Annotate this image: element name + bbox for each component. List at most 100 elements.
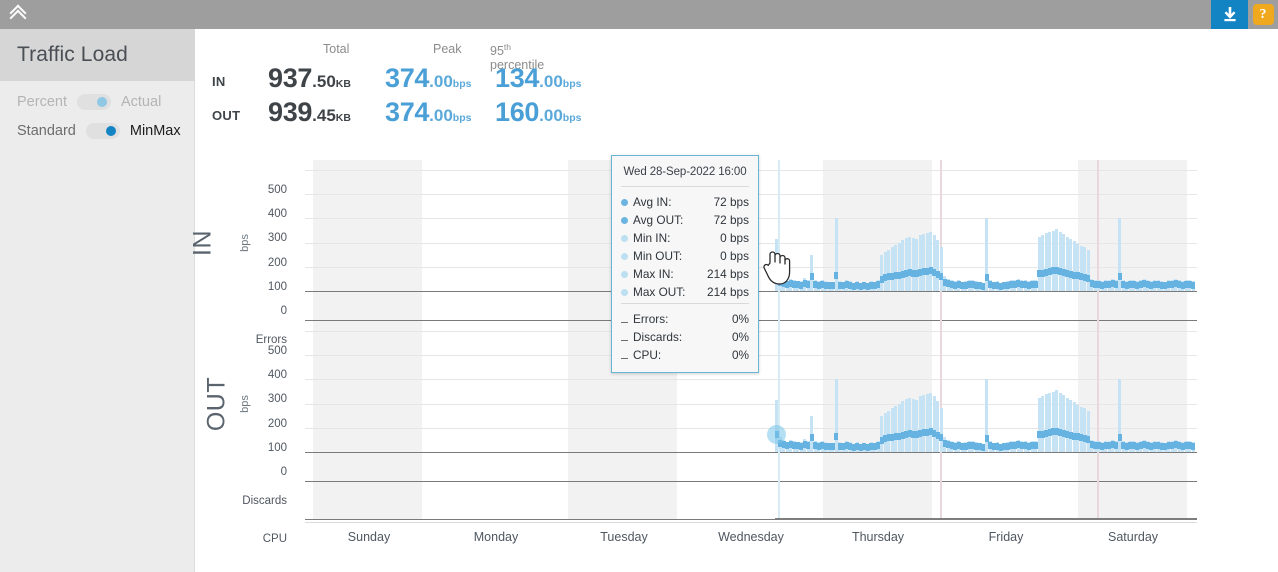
x-axis-tick-label: Monday xyxy=(474,530,518,544)
dash-marker-icon xyxy=(621,340,628,341)
y-axis-tick-label: 100 xyxy=(268,442,287,454)
data-point-tooltip: Wed 28-Sep-2022 16:00 Avg IN:72 bpsAvg O… xyxy=(611,155,759,373)
average-marker[interactable] xyxy=(834,433,838,440)
dash-marker-icon xyxy=(621,322,628,323)
toggle-percent-label: Percent xyxy=(17,94,67,110)
tooltip-metric-value: 72 bps xyxy=(714,213,749,227)
tooltip-metric-name: Errors: xyxy=(633,312,732,326)
stat-out-peak: 374.00bps xyxy=(385,97,471,128)
y-axis-tick-label: 0 xyxy=(281,466,287,478)
value-dec: .00 xyxy=(429,106,453,125)
help-button[interactable]: ? xyxy=(1248,0,1278,29)
tooltip-metrics: Avg IN:72 bpsAvg OUT:72 bpsMin IN:0 bpsM… xyxy=(612,187,758,303)
top-bar: ? xyxy=(0,0,1278,29)
stat-out-percentile: 160.00bps xyxy=(495,97,581,128)
download-icon xyxy=(1222,6,1238,23)
value-int: 160 xyxy=(495,97,539,127)
percent-actual-switch[interactable] xyxy=(77,94,111,110)
tooltip-metric-value: 0% xyxy=(732,330,749,344)
help-icon: ? xyxy=(1253,4,1274,25)
tooltip-metric-name: Min OUT: xyxy=(633,249,720,263)
stats-row-label-in: IN xyxy=(212,74,226,89)
tooltip-row: Discards:0% xyxy=(621,328,749,346)
standard-minmax-switch[interactable] xyxy=(86,123,120,139)
tooltip-metric-name: Avg IN: xyxy=(633,195,714,209)
tooltip-metric-value: 0 bps xyxy=(720,249,749,263)
axis-title-out: OUT xyxy=(203,376,232,430)
axis-title-in: IN xyxy=(189,230,218,256)
value-unit: KB xyxy=(336,78,351,90)
toggle-percent-actual[interactable]: Percent Actual xyxy=(17,92,161,112)
percentile-suffix: th xyxy=(504,42,511,52)
top-bar-actions: ? xyxy=(1211,0,1278,29)
average-marker[interactable] xyxy=(834,272,838,279)
collapse-panel-button[interactable] xyxy=(0,0,38,29)
axis-unit-in: bps xyxy=(239,234,251,252)
tooltip-row: Avg IN:72 bps xyxy=(621,193,749,211)
stat-out-total: 939.45KB xyxy=(268,97,351,128)
tooltip-metric-value: 0 bps xyxy=(720,231,749,245)
toggle-actual-label: Actual xyxy=(121,94,161,110)
tooltip-metric-value: 0% xyxy=(732,348,749,362)
average-marker[interactable] xyxy=(1118,273,1122,280)
x-axis-tick-label: Tuesday xyxy=(600,530,647,544)
value-unit: bps xyxy=(453,78,472,90)
chart-background-band xyxy=(313,160,422,520)
stats-header-peak: Peak xyxy=(433,42,462,56)
sidebar-title-bar: Traffic Load xyxy=(0,29,195,81)
y-axis-tick-label: 200 xyxy=(268,257,287,269)
marker-line xyxy=(1097,160,1099,520)
percentile-number: 95 xyxy=(490,44,504,58)
value-dec: .50 xyxy=(312,72,336,91)
toggle-standard-label: Standard xyxy=(17,123,76,139)
toggle-standard-minmax[interactable]: Standard MinMax xyxy=(17,121,181,141)
tooltip-metric-name: Avg OUT: xyxy=(633,213,714,227)
switch-knob xyxy=(106,126,116,136)
stat-in-percentile: 134.00bps xyxy=(495,63,581,94)
value-unit: KB xyxy=(336,112,351,124)
download-button[interactable] xyxy=(1211,0,1248,29)
grid-line xyxy=(305,379,1197,380)
tooltip-metric-name: Min IN: xyxy=(633,231,720,245)
tooltip-timestamp: Wed 28-Sep-2022 16:00 xyxy=(612,164,758,186)
tooltip-row: Avg OUT:72 bps xyxy=(621,211,749,229)
stats-row-label-out: OUT xyxy=(212,108,240,123)
axis-line xyxy=(305,481,1197,482)
stats-header-total: Total xyxy=(323,42,349,56)
value-int: 939 xyxy=(268,97,312,127)
sidebar: Traffic Load Percent Actual Standard Min… xyxy=(0,29,195,572)
tooltip-extras: Errors:0%Discards:0%CPU:0% xyxy=(612,304,758,366)
value-dec: .45 xyxy=(312,106,336,125)
tooltip-metric-name: Discards: xyxy=(633,330,732,344)
value-int: 374 xyxy=(385,63,429,93)
y-axis-tick-label: Discards xyxy=(242,495,287,507)
value-int: 134 xyxy=(495,63,539,93)
dot-marker-icon xyxy=(621,217,628,224)
tooltip-metric-name: Max IN: xyxy=(633,267,707,281)
tooltip-metric-name: CPU: xyxy=(633,348,732,362)
y-axis-tick-label: CPU xyxy=(263,533,287,545)
y-axis-tick-label: 500 xyxy=(268,345,287,357)
cpu-series-line xyxy=(775,518,1197,520)
dot-marker-icon xyxy=(621,271,628,278)
average-marker[interactable] xyxy=(1118,434,1122,441)
average-marker[interactable] xyxy=(1191,282,1195,289)
marker-line xyxy=(778,160,780,520)
x-axis-labels: SundayMondayTuesdayWednesdayThursdayFrid… xyxy=(305,522,1197,552)
chart-background-band xyxy=(1078,160,1187,520)
x-axis-tick-label: Wednesday xyxy=(718,530,784,544)
tooltip-row: Min IN:0 bps xyxy=(621,229,749,247)
stat-in-total: 937.50KB xyxy=(268,63,351,94)
axis-unit-out: bps xyxy=(239,395,251,413)
y-axis-tick-label: 300 xyxy=(268,393,287,405)
minmax-range-bar xyxy=(835,379,838,452)
y-axis-tick-label: 500 xyxy=(268,184,287,196)
chevron-double-up-icon xyxy=(10,8,28,22)
value-dec: .00 xyxy=(429,72,453,91)
value-unit: bps xyxy=(563,112,582,124)
stat-in-peak: 374.00bps xyxy=(385,63,471,94)
average-marker[interactable] xyxy=(1191,443,1195,450)
y-axis-labels: 5004003002001000Errors5004003002001000Di… xyxy=(196,160,301,520)
value-int: 374 xyxy=(385,97,429,127)
value-dec: .00 xyxy=(539,106,563,125)
